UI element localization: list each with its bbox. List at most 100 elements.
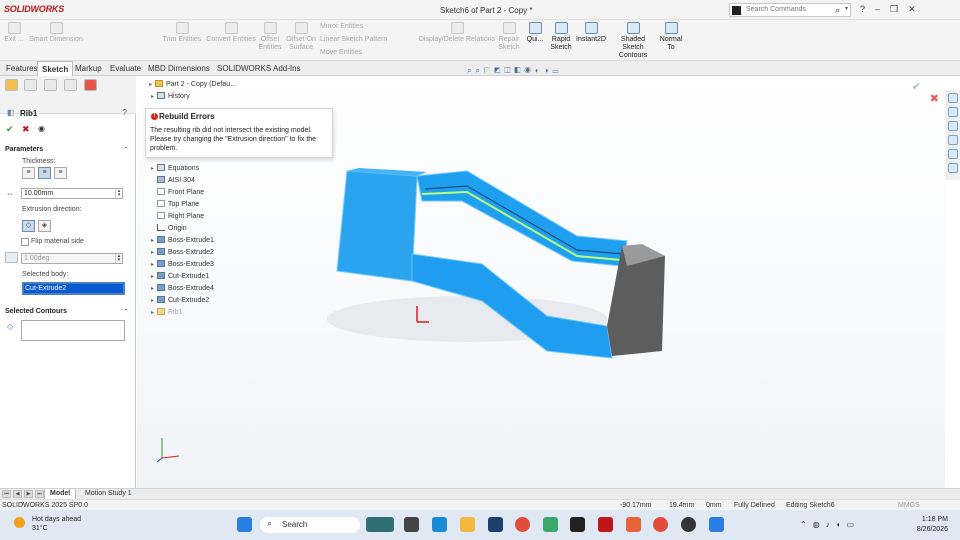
help-icon[interactable]: ?: [860, 4, 875, 14]
parameters-header[interactable]: Parameters: [5, 146, 43, 153]
property-manager-icon[interactable]: [24, 79, 37, 91]
preview-eye-icon[interactable]: ◉: [38, 124, 45, 133]
ok-check-icon[interactable]: ✔: [6, 124, 14, 135]
normal-to-sketch-icon[interactable]: ◈: [38, 220, 51, 232]
dimxpert-icon[interactable]: [64, 79, 77, 91]
tree-item-cut-extrude2[interactable]: ▸ Cut-Extrude2: [151, 296, 209, 304]
tab-sketch[interactable]: Sketch: [37, 61, 74, 76]
hide-show-icon[interactable]: ◉: [525, 66, 535, 75]
appearance-icon[interactable]: ◐: [535, 66, 544, 75]
view-orientation-icon[interactable]: ◫: [504, 66, 514, 75]
display-manager-icon[interactable]: [84, 79, 97, 91]
tab-features[interactable]: Features: [2, 61, 42, 76]
microphone-icon[interactable]: ♪: [826, 520, 836, 529]
tab-solidworks-add-ins[interactable]: SOLIDWORKS Add-Ins: [213, 61, 305, 76]
tab-mbd-dimensions[interactable]: MBD Dimensions: [144, 61, 214, 76]
display-style-icon[interactable]: ◧: [514, 66, 524, 75]
selected-contours-header[interactable]: Selected Contours: [5, 308, 67, 315]
cancel-x-icon[interactable]: ✖: [930, 92, 939, 105]
quick-snaps-button[interactable]: Qui...: [524, 22, 546, 44]
draft-angle-input[interactable]: 1.00deg ▴ ▾: [21, 253, 123, 264]
solidworks-taskbar-icon[interactable]: [598, 517, 613, 532]
trim-entities-button[interactable]: Trim Entities: [162, 22, 202, 44]
thickness-input[interactable]: 10.00mm ▴ ▾: [21, 188, 123, 199]
smart-dimension-button[interactable]: Smart Dimension: [28, 22, 84, 44]
tree-item-rib1[interactable]: ▸ Rib1: [151, 308, 182, 316]
mirror-entities-button[interactable]: Mirror Entities: [320, 23, 363, 30]
normal-to-button[interactable]: Normal To: [658, 22, 684, 52]
weather-widget[interactable]: Hot days ahead 31°C: [14, 515, 81, 533]
previous-view-icon[interactable]: ◸: [484, 66, 494, 75]
parallel-to-sketch-icon[interactable]: ◇: [22, 220, 35, 232]
offset-on-surface-button[interactable]: Offset On Surface: [286, 22, 316, 52]
chrome-icon[interactable]: [515, 517, 530, 532]
tab-evaluate[interactable]: Evaluate: [106, 61, 145, 76]
close-icon[interactable]: ✕: [908, 4, 926, 14]
cancel-x-icon[interactable]: ✖: [22, 124, 30, 135]
tree-item-cut-extrude1[interactable]: ▸ Cut-Extrude1: [151, 272, 209, 280]
home-icon[interactable]: [947, 93, 958, 103]
resources-icon[interactable]: [947, 107, 958, 117]
section-view-icon[interactable]: ◩: [494, 66, 504, 75]
store-icon[interactable]: [488, 517, 503, 532]
next-tab-icon[interactable]: ▶: [24, 490, 33, 498]
app-icon[interactable]: [709, 517, 724, 532]
zoom-area-icon[interactable]: ⌕: [475, 66, 483, 75]
battery-icon[interactable]: ▭: [847, 520, 861, 529]
tree-item-history[interactable]: ▸ History: [151, 92, 190, 100]
app-icon[interactable]: [626, 517, 641, 532]
task-view-icon[interactable]: [404, 517, 419, 532]
selected-contours-list[interactable]: [21, 320, 125, 341]
taskbar-search[interactable]: ⌕ Search: [260, 517, 360, 533]
tree-item-boss-extrude3[interactable]: ▸ Boss-Extrude3: [151, 260, 214, 268]
first-tab-icon[interactable]: ⏮: [2, 490, 11, 498]
rapid-sketch-button[interactable]: Rapid Sketch: [548, 22, 574, 52]
feature-manager-icon[interactable]: [5, 79, 18, 91]
tree-item-material[interactable]: AISI 304: [157, 176, 195, 184]
file-explorer-icon[interactable]: [460, 517, 475, 532]
design-library-icon[interactable]: [947, 121, 958, 131]
tree-item-origin[interactable]: Origin: [157, 224, 187, 232]
scene-icon[interactable]: ◑: [544, 66, 553, 75]
tree-item-boss-extrude2[interactable]: ▸ Boss-Extrude2: [151, 248, 214, 256]
tree-item-equations[interactable]: ▸ Equations: [151, 164, 199, 172]
selected-body-field[interactable]: Cut-Extrude2: [22, 282, 125, 295]
thickness-both-sides-icon[interactable]: ≡: [38, 167, 51, 179]
collapse-icon[interactable]: ⌃: [123, 146, 129, 154]
repair-sketch-button[interactable]: Repair Sketch: [496, 22, 522, 52]
flip-material-checkbox[interactable]: [21, 238, 29, 246]
shaded-sketch-contours-button[interactable]: Shaded Sketch Contours: [612, 22, 654, 60]
configuration-manager-icon[interactable]: [44, 79, 57, 91]
chevron-up-icon[interactable]: ⌃: [800, 520, 813, 529]
tree-item-top-plane[interactable]: Top Plane: [157, 200, 199, 208]
last-tab-icon[interactable]: ⏭: [35, 490, 44, 498]
tree-item-right-plane[interactable]: Right Plane: [157, 212, 204, 220]
start-icon[interactable]: [237, 517, 252, 532]
spinner-icon[interactable]: ▴ ▾: [115, 189, 122, 198]
app-icon[interactable]: [681, 517, 696, 532]
tree-item-boss-extrude1[interactable]: ▸ Boss-Extrude1: [151, 236, 214, 244]
view-settings-icon[interactable]: ▭: [553, 66, 563, 75]
display-delete-relations-button[interactable]: Display/Delete Relations: [418, 22, 496, 44]
offset-entities-button[interactable]: Offset Entities: [257, 22, 283, 52]
instant2d-button[interactable]: Instant2D: [576, 22, 606, 44]
spinner-icon[interactable]: ▴ ▾: [115, 254, 122, 263]
thickness-first-side-icon[interactable]: ≡: [22, 167, 35, 179]
app-icon[interactable]: [543, 517, 558, 532]
network-icon[interactable]: ◍: [813, 520, 826, 529]
volume-icon[interactable]: ◖: [836, 520, 847, 529]
help-icon[interactable]: ?: [123, 108, 127, 117]
solidworks-logo[interactable]: SOLIDWORKS: [4, 4, 64, 14]
tree-root[interactable]: ▸ Part 2 - Copy (Defau...: [149, 80, 236, 88]
move-entities-button[interactable]: Move Entities: [320, 49, 362, 56]
tree-item-front-plane[interactable]: Front Plane: [157, 188, 204, 196]
units-label[interactable]: MMGS: [898, 502, 920, 509]
edge-icon[interactable]: [432, 517, 447, 532]
chrome-icon[interactable]: [653, 517, 668, 532]
minimize-icon[interactable]: –: [875, 4, 890, 14]
tree-item-boss-extrude4[interactable]: ▸ Boss-Extrude4: [151, 284, 214, 292]
confirm-check-icon[interactable]: ✔: [912, 80, 921, 93]
clock[interactable]: 1:18 PM 8/26/2026: [910, 515, 948, 535]
custom-properties-icon[interactable]: [947, 163, 958, 173]
tab-markup[interactable]: Markup: [71, 61, 106, 76]
